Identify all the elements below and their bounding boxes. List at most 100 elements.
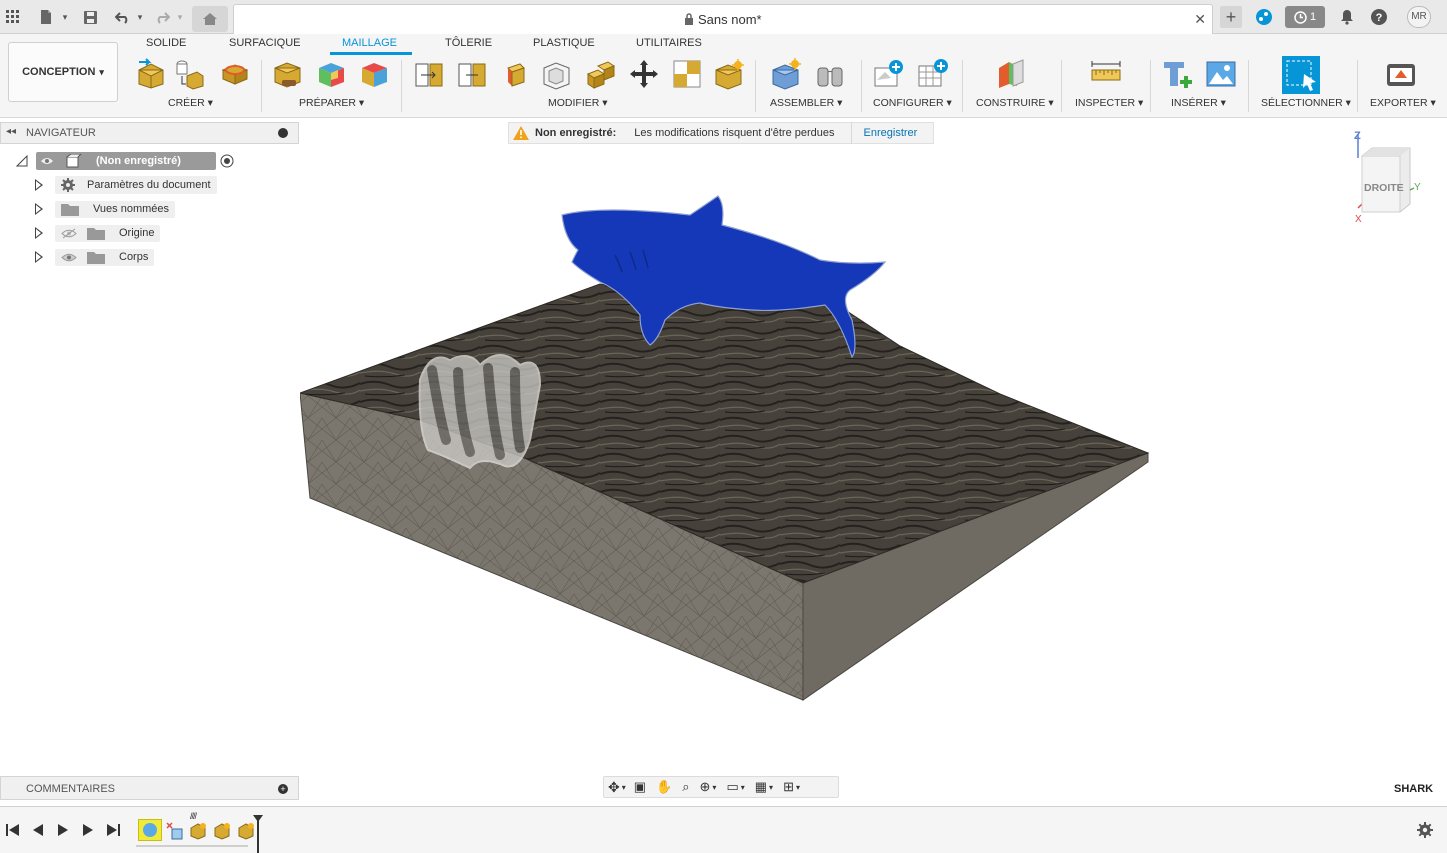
- display-settings-icon[interactable]: ▭: [726, 779, 738, 795]
- timeline-settings-gear-icon[interactable]: [1417, 822, 1433, 838]
- chevron-down-icon[interactable]: ▾: [741, 783, 745, 792]
- joint-tool-icon[interactable]: [814, 58, 846, 90]
- tessellate-tool-icon[interactable]: [173, 58, 205, 90]
- step-forward-icon[interactable]: [81, 824, 95, 836]
- viewcube-face-label[interactable]: DROITE: [1364, 182, 1404, 194]
- create-face-group-tool-icon[interactable]: [219, 58, 251, 90]
- group-exporter[interactable]: EXPORTER ▾: [1370, 97, 1436, 109]
- group-assembler[interactable]: ASSEMBLER ▾: [770, 97, 842, 109]
- move-copy-tool-icon[interactable]: [628, 58, 660, 90]
- collapse-triangle-icon[interactable]: [16, 155, 28, 167]
- eye-hidden-icon[interactable]: [61, 228, 77, 239]
- redo-icon[interactable]: [152, 7, 172, 27]
- undo-chevron-icon[interactable]: ▾: [130, 7, 150, 27]
- extensions-icon[interactable]: [1254, 7, 1274, 27]
- configure-model-tool-icon[interactable]: [873, 58, 905, 90]
- combine-face-groups-tool-icon[interactable]: [359, 58, 391, 90]
- collapse-panel-icon[interactable]: ◂◂: [6, 126, 16, 137]
- new-tab-button[interactable]: +: [1220, 6, 1242, 28]
- timeline-marker[interactable]: [253, 815, 263, 853]
- group-construire[interactable]: CONSTRUIRE ▾: [976, 97, 1054, 109]
- offset-plane-tool-icon[interactable]: [995, 58, 1027, 90]
- close-tab-button[interactable]: ✕: [1194, 11, 1206, 28]
- select-tool-icon[interactable]: [1282, 56, 1320, 94]
- export-tool-icon[interactable]: [1385, 58, 1417, 90]
- comments-panel-header[interactable]: COMMENTAIRES +: [0, 776, 299, 800]
- job-status-button[interactable]: 1: [1285, 6, 1325, 28]
- separate-tool-icon[interactable]: [456, 58, 488, 90]
- apps-grid-icon[interactable]: [3, 7, 23, 27]
- file-icon[interactable]: [36, 7, 56, 27]
- nav-item-bodies[interactable]: Corps: [35, 248, 155, 266]
- save-link[interactable]: Enregistrer: [864, 127, 918, 139]
- tab-maillage[interactable]: MAILLAGE: [342, 37, 397, 49]
- go-to-end-icon[interactable]: [106, 824, 120, 836]
- expand-triangle-icon[interactable]: [35, 179, 43, 191]
- chevron-down-icon[interactable]: ▾: [796, 783, 800, 792]
- expand-triangle-icon[interactable]: [35, 203, 43, 215]
- insert-mesh-tool-icon[interactable]: [135, 58, 167, 90]
- navigator-panel-header[interactable]: ◂◂ NAVIGATEUR: [0, 122, 299, 144]
- look-at-icon[interactable]: ▣: [634, 779, 646, 795]
- measure-tool-icon[interactable]: [1090, 58, 1122, 90]
- tab-utilitaires[interactable]: UTILITAIRES: [636, 37, 702, 49]
- insert-canvas-tool-icon[interactable]: [1205, 58, 1237, 90]
- physical-material-tool-icon[interactable]: [713, 58, 745, 90]
- timeline-feature-mesh-icon[interactable]: [189, 822, 207, 840]
- play-icon[interactable]: [56, 824, 70, 836]
- repair-tool-icon[interactable]: [272, 58, 304, 90]
- viewcube[interactable]: Z DROITE Y X: [1352, 130, 1422, 226]
- group-inspecter[interactable]: INSPECTER ▾: [1075, 97, 1143, 109]
- group-modifier[interactable]: MODIFIER ▾: [548, 97, 608, 109]
- minimize-panel-icon[interactable]: [278, 128, 288, 138]
- viewports-icon[interactable]: ⊞: [783, 779, 794, 795]
- 3d-viewport[interactable]: [300, 144, 1447, 774]
- new-component-tool-icon[interactable]: [770, 58, 802, 90]
- go-to-start-icon[interactable]: [6, 824, 20, 836]
- align-tool-icon[interactable]: [671, 58, 703, 90]
- step-back-icon[interactable]: [31, 824, 45, 836]
- timeline-feature-mesh-icon[interactable]: [213, 822, 231, 840]
- group-selectionner[interactable]: SÉLECTIONNER ▾: [1261, 97, 1351, 109]
- plane-cut-tool-icon[interactable]: [413, 58, 445, 90]
- tab-solide[interactable]: SOLIDE: [146, 37, 186, 49]
- chevron-down-icon[interactable]: ▾: [622, 783, 626, 792]
- eye-icon[interactable]: [61, 252, 77, 263]
- zoom-icon[interactable]: ⌕: [682, 779, 689, 795]
- bell-icon[interactable]: [1337, 7, 1357, 27]
- add-comment-icon[interactable]: +: [278, 784, 288, 794]
- group-creer[interactable]: CRÉER ▾: [168, 97, 213, 109]
- file-menu-chevron-icon[interactable]: ▾: [55, 7, 75, 27]
- home-tab[interactable]: [192, 6, 228, 32]
- chevron-down-icon[interactable]: ▾: [769, 783, 773, 792]
- grid-settings-icon[interactable]: ▦: [755, 779, 767, 795]
- insert-derive-tool-icon[interactable]: [1162, 58, 1194, 90]
- workspace-switcher[interactable]: CONCEPTION ▾: [8, 42, 118, 102]
- activate-radio-icon[interactable]: [220, 154, 234, 168]
- nav-item-named-views[interactable]: Vues nommées: [35, 200, 176, 218]
- expand-triangle-icon[interactable]: [35, 251, 43, 263]
- combine-bodies-tool-icon[interactable]: [584, 58, 616, 90]
- tab-tolerie[interactable]: TÔLERIE: [445, 37, 492, 49]
- nav-item-origin[interactable]: Origine: [35, 224, 161, 242]
- help-icon[interactable]: ?: [1369, 7, 1389, 27]
- reverse-normal-tool-icon[interactable]: [500, 58, 532, 90]
- shell-tool-icon[interactable]: [541, 58, 573, 90]
- timeline-feature-insert-mesh[interactable]: [138, 819, 162, 841]
- expand-triangle-icon[interactable]: [35, 227, 43, 239]
- group-preparer[interactable]: PRÉPARER ▾: [299, 97, 364, 109]
- nav-root-row[interactable]: (Non enregistré): [16, 152, 234, 170]
- zoom-window-icon[interactable]: ⊕: [700, 779, 711, 795]
- generate-face-groups-tool-icon[interactable]: [316, 58, 348, 90]
- group-inserer[interactable]: INSÉRER ▾: [1171, 97, 1226, 109]
- timeline-feature-remove-icon[interactable]: [166, 822, 184, 840]
- save-icon[interactable]: [80, 7, 100, 27]
- tab-surfacique[interactable]: SURFACIQUE: [229, 37, 301, 49]
- redo-chevron-icon[interactable]: ▾: [170, 7, 190, 27]
- configuration-table-tool-icon[interactable]: [917, 58, 949, 90]
- tab-plastique[interactable]: PLASTIQUE: [533, 37, 595, 49]
- orbit-icon[interactable]: ✥: [608, 779, 620, 796]
- pan-hand-icon[interactable]: ✋: [656, 779, 672, 795]
- group-configurer[interactable]: CONFIGURER ▾: [873, 97, 952, 109]
- avatar[interactable]: MR: [1407, 6, 1431, 28]
